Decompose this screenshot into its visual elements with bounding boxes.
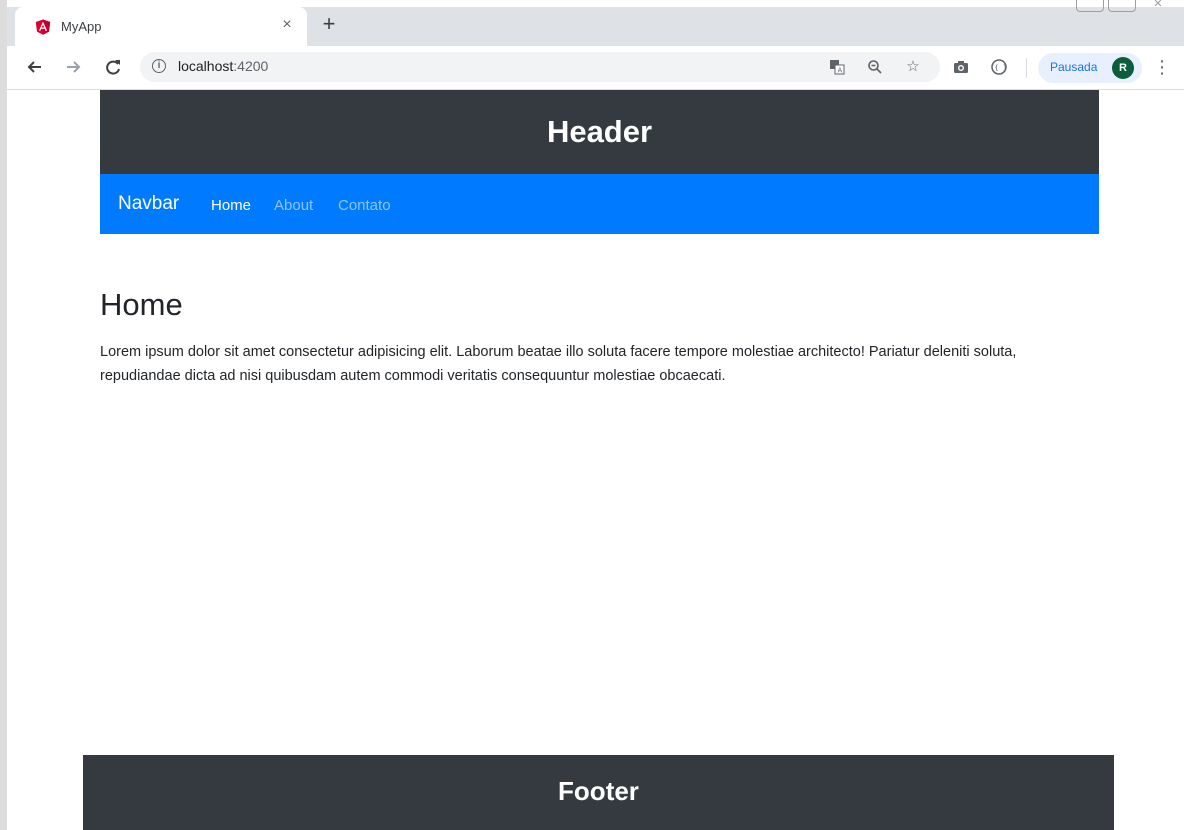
- nav-link-contato[interactable]: Contato: [338, 197, 391, 214]
- browser-tab[interactable]: MyApp ×: [15, 7, 307, 46]
- url-host: localhost: [178, 58, 234, 74]
- window-top-edge: [0, 0, 1184, 7]
- page-title: Home: [100, 287, 183, 322]
- menu-icon[interactable]: ⋮: [1152, 56, 1172, 78]
- browser-toolbar: i localhost:4200 A ☆ { } Pausada R ⋮: [0, 46, 1184, 90]
- avatar: R: [1112, 57, 1134, 79]
- footer-title: Footer: [558, 776, 639, 806]
- nav-link-home[interactable]: Home: [211, 197, 251, 214]
- info-icon[interactable]: i: [152, 59, 166, 73]
- new-tab-button[interactable]: +: [318, 13, 340, 36]
- minimize-icon[interactable]: [1076, 0, 1104, 12]
- url-port: :4200: [233, 58, 269, 74]
- navbar: Navbar Home About Contato: [100, 174, 1099, 234]
- nav-link-about[interactable]: About: [274, 197, 313, 214]
- page-text: Lorem ipsum dolor sit amet consectetur a…: [100, 344, 1017, 384]
- close-window-icon[interactable]: ✕: [1144, 0, 1172, 12]
- forward-icon[interactable]: [62, 56, 84, 78]
- profile-label: Pausada: [1050, 60, 1098, 74]
- angular-icon: [35, 19, 51, 35]
- svg-text:A: A: [838, 67, 843, 75]
- toolbar-separator: [1026, 58, 1027, 78]
- page-header: Header: [100, 90, 1099, 174]
- camera-icon[interactable]: [950, 56, 972, 78]
- tab-strip: MyApp × + ✕: [0, 0, 1184, 46]
- zoom-icon[interactable]: [864, 56, 886, 78]
- back-icon[interactable]: [24, 56, 46, 78]
- tab-title: MyApp: [61, 19, 102, 34]
- star-icon[interactable]: ☆: [902, 56, 924, 78]
- header-title: Header: [546, 114, 653, 149]
- svg-text:{ }: { }: [995, 64, 1008, 72]
- window-controls: ✕: [1074, 0, 1184, 14]
- extension-icon[interactable]: { }: [988, 56, 1010, 78]
- page-footer: Footer: [83, 755, 1114, 830]
- translate-icon[interactable]: A: [826, 56, 848, 78]
- profile-button[interactable]: Pausada R: [1038, 53, 1142, 83]
- window-left-edge: [0, 0, 7, 830]
- url-text[interactable]: localhost:4200: [178, 58, 268, 74]
- tab-close-icon[interactable]: ×: [277, 15, 297, 35]
- reload-icon[interactable]: [102, 56, 124, 78]
- maximize-icon[interactable]: [1108, 0, 1136, 12]
- navbar-brand[interactable]: Navbar: [118, 193, 179, 215]
- address-bar[interactable]: i localhost:4200 A ☆: [140, 52, 940, 82]
